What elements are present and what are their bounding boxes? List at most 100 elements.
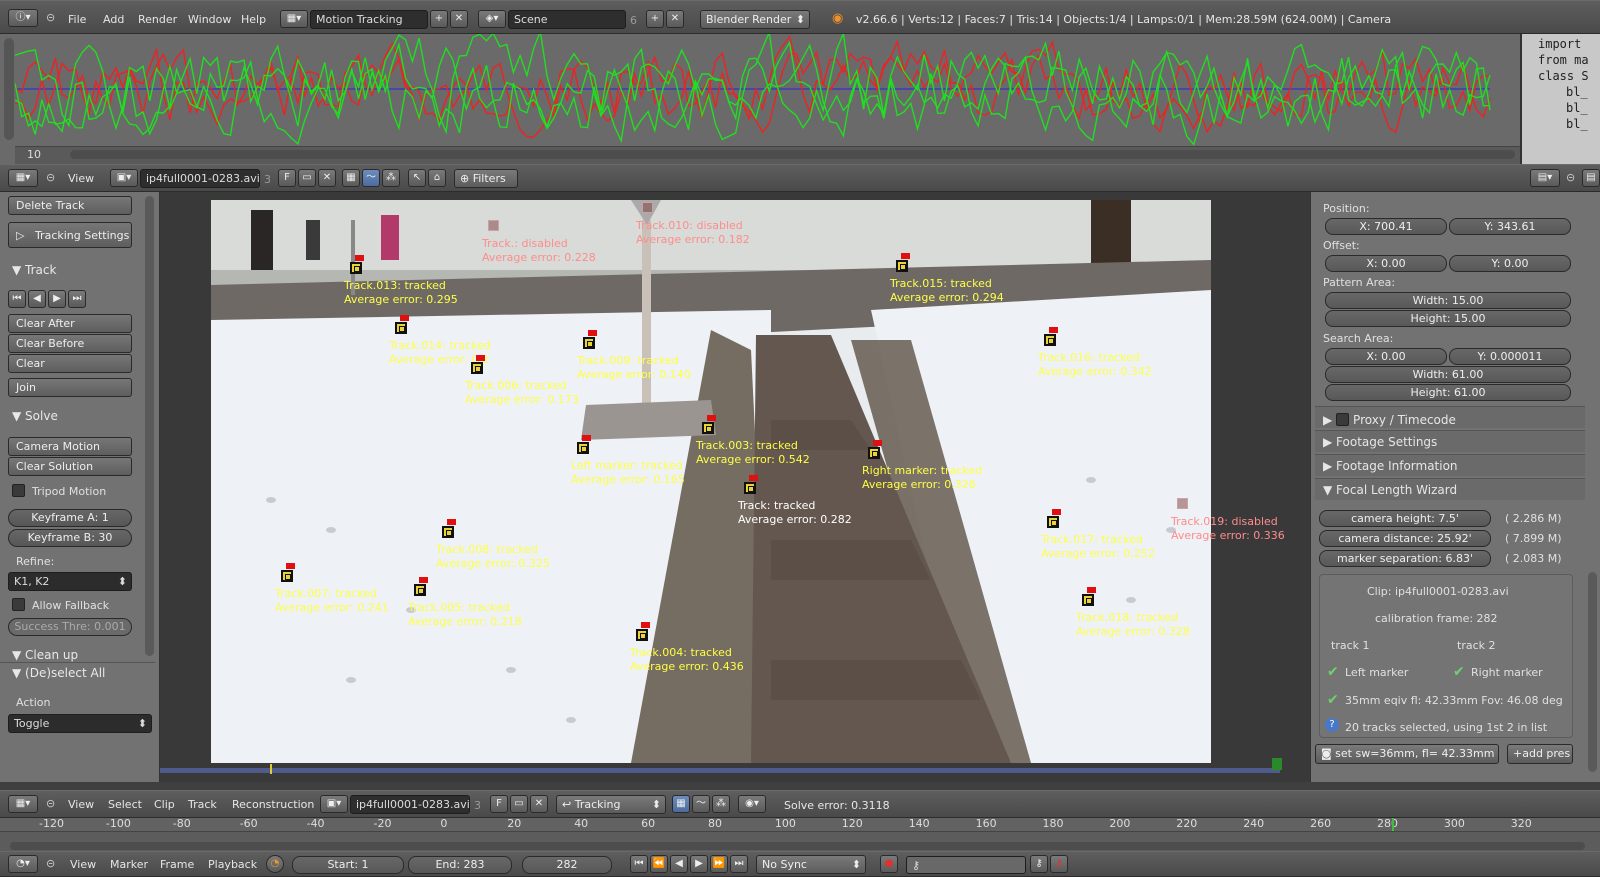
scene-icon[interactable]: ◈▾ [478, 10, 506, 28]
use-preview-range-icon[interactable]: ◔ [266, 855, 284, 873]
timeline-h-scrollbar[interactable] [10, 842, 1585, 850]
track-marker[interactable] [1177, 498, 1188, 509]
track-backward-icon[interactable]: ◀ [28, 290, 46, 308]
select-tool-icon[interactable]: ↖ [408, 169, 426, 187]
refine-select[interactable]: K1, K2 ⬍ [8, 572, 132, 591]
keyframe-b-field[interactable]: Keyframe B: 30 [8, 529, 132, 547]
fake-user-button[interactable]: F [490, 795, 508, 813]
keyframe-a-field[interactable]: Keyframe A: 1 [8, 509, 132, 527]
camera-height-field[interactable]: camera height: 7.5' [1319, 510, 1491, 527]
start-frame-field[interactable]: Start: 1 [292, 856, 404, 874]
record-icon[interactable]: ● [880, 855, 898, 873]
collapse-menu-icon[interactable]: ⊝ [46, 857, 55, 870]
screen-layout-field[interactable]: Motion Tracking [310, 10, 428, 29]
filters-button[interactable]: ⊕ Filters [454, 169, 518, 188]
track-backward-jump-icon[interactable]: ⏮ [8, 290, 26, 308]
toolbox-scrollbar[interactable] [145, 196, 154, 656]
track-forward-icon[interactable]: ▶ [48, 290, 66, 308]
current-frame-field[interactable]: 282 [522, 856, 612, 874]
track-marker[interactable] [744, 482, 756, 494]
clear-button[interactable]: Clear [8, 354, 132, 373]
menu-view[interactable]: View [68, 172, 94, 185]
delete-keyframe-icon[interactable]: ⚷ [1050, 855, 1068, 873]
clear-before-button[interactable]: Clear Before [8, 334, 132, 353]
track-forward-jump-icon[interactable]: ⏭ [68, 290, 86, 308]
success-threshold-field[interactable]: Success Thre: 0.001 [8, 618, 132, 636]
camera-distance-field[interactable]: camera distance: 25.92' [1319, 530, 1491, 547]
view-mode-dopesheet-icon[interactable]: ⁂ [712, 795, 730, 813]
text-editor-menu-icon[interactable]: ▤▾ [1530, 169, 1560, 187]
collapse-menu-icon[interactable]: ⊝ [46, 797, 55, 810]
keying-set-field[interactable]: ⚷ [906, 856, 1026, 874]
search-y-field[interactable]: Y: 0.000011 [1449, 348, 1571, 365]
jump-start-icon[interactable]: ⏮ [630, 855, 648, 873]
view-mode-clip-icon[interactable]: ▦ [342, 169, 360, 187]
play-icon[interactable]: ▶ [690, 855, 708, 873]
view-mode-graph-icon[interactable]: 〜 [692, 795, 710, 813]
text-icon[interactable]: ▤ [1582, 169, 1600, 187]
track-marker[interactable] [350, 262, 362, 274]
proxy-checkbox[interactable] [1336, 413, 1350, 426]
add-preset-button[interactable]: +add pres [1507, 744, 1573, 764]
track-marker[interactable] [471, 362, 483, 374]
clip-browse-icon[interactable]: ▣▾ [110, 169, 138, 187]
tracking-settings-button[interactable]: ▷ Tracking Settings [8, 222, 132, 248]
menu-track[interactable]: Track [188, 798, 217, 811]
marker-separation-field[interactable]: marker separation: 6.83' [1319, 550, 1491, 567]
clear-solution-button[interactable]: Clear Solution [8, 457, 132, 476]
panel-cleanup-header[interactable]: ▼ Clean up [12, 648, 78, 662]
panel-track-header[interactable]: ▼ Track [12, 263, 56, 277]
view-mode-graph-icon[interactable]: 〜 [362, 169, 380, 187]
menu-view[interactable]: View [70, 858, 96, 871]
end-frame-field[interactable]: End: 283 [408, 856, 512, 874]
graph-scrollbar[interactable] [4, 38, 14, 140]
position-x-field[interactable]: X: 700.41 [1325, 218, 1447, 235]
action-select[interactable]: Toggle ⬍ [8, 714, 152, 733]
track-marker[interactable] [281, 570, 293, 582]
pattern-width-field[interactable]: Width: 15.00 [1325, 292, 1571, 309]
panel-proxy-header[interactable]: ▶ Proxy / Timecode [1315, 406, 1585, 428]
delete-screen-icon[interactable]: ✕ [450, 10, 468, 28]
unlink-clip-icon[interactable]: ✕ [530, 795, 548, 813]
open-folder-icon[interactable]: ▭ [510, 795, 528, 813]
menu-clip[interactable]: Clip [154, 798, 175, 811]
search-height-field[interactable]: Height: 61.00 [1325, 384, 1571, 401]
delete-track-button[interactable]: Delete Track [8, 196, 132, 215]
menu-window[interactable]: Window [188, 13, 231, 26]
position-y-field[interactable]: Y: 343.61 [1449, 218, 1571, 235]
jump-keyframe-back-icon[interactable]: ⏪ [650, 855, 668, 873]
panel-footage-settings-header[interactable]: ▶ Footage Settings [1315, 430, 1585, 452]
menu-view[interactable]: View [68, 798, 94, 811]
timeline[interactable]: -120 -100 -80 -60 -40 -20 0 20 40 60 80 100 120 140 16… [0, 817, 1600, 852]
track-marker[interactable] [488, 220, 499, 231]
track-marker[interactable] [702, 422, 714, 434]
add-screen-icon[interactable]: + [430, 10, 448, 28]
track-marker[interactable] [1044, 334, 1056, 346]
menu-select[interactable]: Select [108, 798, 142, 811]
view-mode-dopesheet-icon[interactable]: ⁂ [382, 169, 400, 187]
menu-playback[interactable]: Playback [208, 858, 257, 871]
jump-keyframe-forward-icon[interactable]: ⏩ [710, 855, 728, 873]
current-frame-cursor[interactable] [1391, 818, 1394, 831]
fake-user-button[interactable]: F [278, 169, 296, 187]
search-width-field[interactable]: Width: 61.00 [1325, 366, 1571, 383]
panel-solve-header[interactable]: ▼ Solve [12, 409, 58, 423]
mode-select[interactable]: ↩ Tracking ⬍ [556, 795, 666, 814]
jump-end-icon[interactable]: ⏭ [730, 855, 748, 873]
clear-after-button[interactable]: Clear After [8, 314, 132, 333]
offset-y-field[interactable]: Y: 0.00 [1449, 255, 1571, 272]
play-reverse-icon[interactable]: ◀ [670, 855, 688, 873]
collapse-menu-icon[interactable]: ⊝ [46, 11, 55, 24]
pivot-icon[interactable]: ◉▾ [738, 795, 766, 813]
track-marker[interactable] [642, 202, 653, 213]
offset-x-field[interactable]: X: 0.00 [1325, 255, 1447, 272]
editor-type-clip-icon[interactable]: ▦▾ [8, 169, 38, 187]
unlink-clip-icon[interactable]: ✕ [318, 169, 336, 187]
collapse-menu-icon[interactable]: ⊝ [46, 171, 55, 184]
graph-editor[interactable]: 1020304050607080901001101201301401501601… [0, 34, 1520, 164]
join-button[interactable]: Join [8, 378, 132, 397]
panel-footage-info-header[interactable]: ▶ Footage Information [1315, 454, 1585, 476]
properties-scrollbar[interactable] [1588, 572, 1597, 772]
track-marker[interactable] [868, 447, 880, 459]
search-x-field[interactable]: X: 0.00 [1325, 348, 1447, 365]
